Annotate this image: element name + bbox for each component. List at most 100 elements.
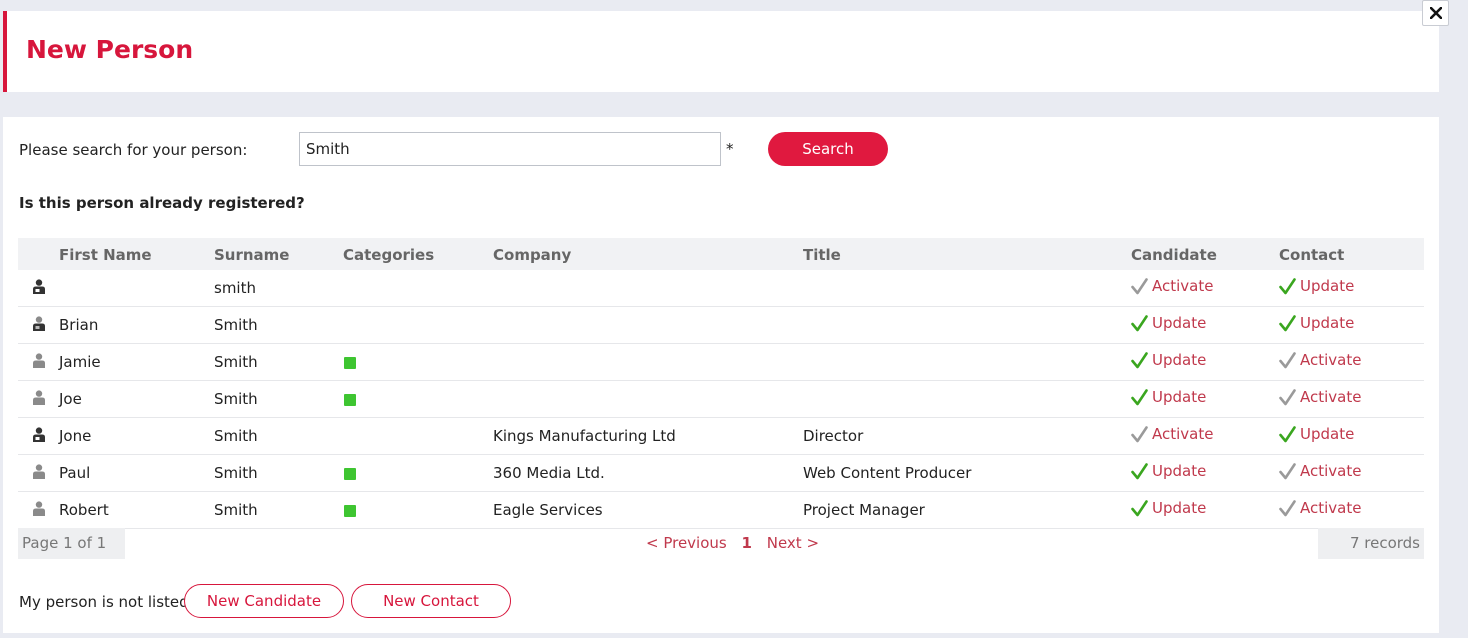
check-green-icon xyxy=(1131,499,1148,517)
cell-title xyxy=(803,380,1131,418)
person-dark-icon xyxy=(32,426,46,446)
person-light-icon xyxy=(32,352,46,372)
cell-first-name: Joe xyxy=(59,380,214,418)
header-company[interactable]: Company xyxy=(493,238,803,270)
required-marker: * xyxy=(726,140,734,158)
cell-first-name: Paul xyxy=(59,454,214,492)
cell-contact: Activate xyxy=(1279,454,1424,492)
results-table: First Name Surname Categories Company Ti… xyxy=(18,238,1424,529)
contact-action-label: Activate xyxy=(1300,351,1362,370)
cell-surname: Smith xyxy=(214,380,343,418)
candidate-action-link[interactable]: Activate xyxy=(1131,277,1213,295)
dialog-header: New Person xyxy=(3,11,1439,92)
candidate-action-label: Update xyxy=(1152,499,1207,518)
search-button[interactable]: Search xyxy=(768,132,888,166)
new-candidate-button[interactable]: New Candidate xyxy=(184,584,344,618)
cell-contact: Activate xyxy=(1279,380,1424,418)
contact-action-label: Activate xyxy=(1300,388,1362,407)
close-button[interactable] xyxy=(1422,0,1449,26)
next-page-link[interactable]: Next > xyxy=(767,534,819,552)
contact-action-link[interactable]: Update xyxy=(1279,314,1354,332)
check-gray-icon xyxy=(1279,388,1296,406)
header-title[interactable]: Title xyxy=(803,238,1131,270)
table-row[interactable]: smith Activate Update xyxy=(18,270,1424,307)
cell-candidate: Update xyxy=(1131,380,1279,418)
person-light-icon xyxy=(32,463,46,483)
candidate-action-link[interactable]: Update xyxy=(1131,388,1206,406)
table-row[interactable]: Jone Smith Kings Manufacturing Ltd Director… xyxy=(18,417,1424,455)
cell-first-name xyxy=(59,270,214,307)
table-row[interactable]: Brian Smith Update Update xyxy=(18,306,1424,344)
table-row[interactable]: Paul Smith 360 Media Ltd. Web Content Produ… xyxy=(18,454,1424,492)
candidate-action-link[interactable]: Update xyxy=(1131,499,1206,517)
contact-action-label: Update xyxy=(1300,425,1355,444)
contact-action-link[interactable]: Activate xyxy=(1279,499,1361,517)
candidate-action-label: Update xyxy=(1152,314,1207,333)
cell-title xyxy=(803,306,1131,344)
previous-page-link[interactable]: < Previous xyxy=(646,534,727,552)
cell-contact: Activate xyxy=(1279,343,1424,381)
check-gray-icon xyxy=(1279,351,1296,369)
not-listed-label: My person is not listed: xyxy=(19,593,194,611)
category-indicator xyxy=(344,467,356,480)
header-contact[interactable]: Contact xyxy=(1279,238,1424,270)
check-green-icon xyxy=(1279,314,1296,332)
cell-title xyxy=(803,343,1131,381)
cell-contact: Update xyxy=(1279,417,1424,455)
current-page: 1 xyxy=(741,534,752,552)
candidate-action-link[interactable]: Update xyxy=(1131,351,1206,369)
cell-company xyxy=(493,306,803,344)
cell-candidate: Activate xyxy=(1131,417,1279,455)
search-label: Please search for your person: xyxy=(19,141,248,159)
check-green-icon xyxy=(1131,351,1148,369)
close-icon xyxy=(1429,7,1442,19)
contact-action-link[interactable]: Update xyxy=(1279,425,1354,443)
cell-first-name: Jamie xyxy=(59,343,214,381)
search-input[interactable] xyxy=(299,132,721,166)
cell-contact: Update xyxy=(1279,270,1424,307)
cell-company: 360 Media Ltd. xyxy=(493,454,803,492)
check-gray-icon xyxy=(1279,499,1296,517)
contact-action-link[interactable]: Activate xyxy=(1279,462,1361,480)
candidate-action-link[interactable]: Update xyxy=(1131,314,1206,332)
candidate-action-link[interactable]: Update xyxy=(1131,462,1206,480)
contact-action-link[interactable]: Activate xyxy=(1279,351,1361,369)
check-green-icon xyxy=(1279,277,1296,295)
contact-action-label: Activate xyxy=(1300,499,1362,518)
cell-contact: Update xyxy=(1279,306,1424,344)
check-green-icon xyxy=(1131,462,1148,480)
candidate-action-link[interactable]: Activate xyxy=(1131,425,1213,443)
record-count: 7 records xyxy=(1318,528,1424,559)
header-candidate[interactable]: Candidate xyxy=(1131,238,1279,270)
cell-company: Eagle Services xyxy=(493,491,803,529)
table-row[interactable]: Robert Smith Eagle Services Project Manager… xyxy=(18,491,1424,529)
cell-company xyxy=(493,380,803,418)
person-light-icon xyxy=(32,389,46,409)
cell-title: Web Content Producer xyxy=(803,454,1131,492)
new-contact-button[interactable]: New Contact xyxy=(351,584,511,618)
candidate-action-label: Update xyxy=(1152,388,1207,407)
header-categories[interactable]: Categories xyxy=(343,238,493,270)
cell-surname: Smith xyxy=(214,417,343,455)
category-indicator xyxy=(344,356,356,369)
cell-surname: Smith xyxy=(214,491,343,529)
contact-action-link[interactable]: Activate xyxy=(1279,388,1361,406)
cell-company xyxy=(493,270,803,307)
cell-candidate: Update xyxy=(1131,306,1279,344)
cell-categories xyxy=(343,491,493,529)
header-surname[interactable]: Surname xyxy=(214,238,343,270)
check-gray-icon xyxy=(1131,425,1148,443)
registered-question: Is this person already registered? xyxy=(19,194,305,212)
contact-action-label: Update xyxy=(1300,314,1355,333)
cell-categories xyxy=(343,417,493,455)
check-gray-icon xyxy=(1279,462,1296,480)
cell-title: Project Manager xyxy=(803,491,1131,529)
header-first-name[interactable]: First Name xyxy=(59,238,214,270)
table-row[interactable]: Joe Smith Update Activate xyxy=(18,380,1424,418)
cell-first-name: Jone xyxy=(59,417,214,455)
person-light-icon xyxy=(32,500,46,520)
table-row[interactable]: Jamie Smith Update Activate xyxy=(18,343,1424,381)
contact-action-link[interactable]: Update xyxy=(1279,277,1354,295)
cell-company: Kings Manufacturing Ltd xyxy=(493,417,803,455)
cell-surname: Smith xyxy=(214,454,343,492)
